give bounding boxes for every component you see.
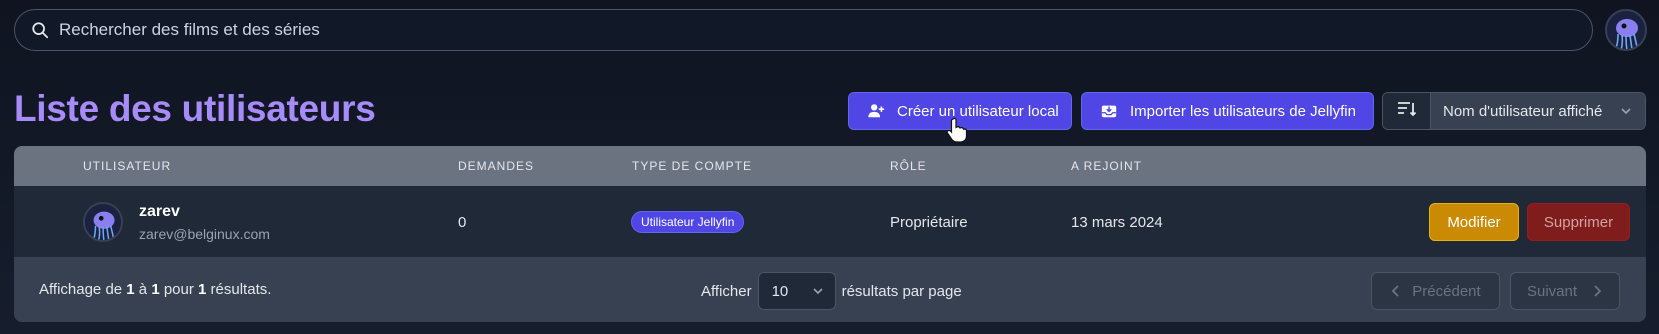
- users-table: UTILISATEUR DEMANDES TYPE DE COMPTE RÔLE…: [14, 146, 1646, 322]
- hand-cursor-icon: [946, 117, 968, 148]
- inbox-download-icon: [1100, 102, 1118, 120]
- results-to: 1: [151, 281, 160, 298]
- edit-user-button[interactable]: Modifier: [1429, 203, 1519, 241]
- per-page-select[interactable]: 10: [757, 272, 836, 310]
- chevron-down-icon: [1619, 104, 1633, 122]
- table-header: UTILISATEUR DEMANDES TYPE DE COMPTE RÔLE…: [14, 146, 1646, 186]
- results-from: 1: [126, 281, 135, 298]
- per-page-suffix: résultats par page: [841, 282, 962, 300]
- header-joined[interactable]: A REJOINT: [1071, 159, 1142, 173]
- search-bar[interactable]: [14, 9, 1593, 51]
- sort-control: Nom d'utilisateur affiché: [1382, 92, 1646, 130]
- sort-select[interactable]: Nom d'utilisateur affiché: [1431, 93, 1645, 129]
- results-prefix: Affichage de: [39, 281, 127, 298]
- user-name[interactable]: zarev: [139, 203, 180, 221]
- header-requests[interactable]: DEMANDES: [458, 159, 534, 173]
- results-mid2: pour: [159, 281, 199, 298]
- table-row: zarev zarev@belginux.com 0 Utilisateur J…: [14, 186, 1646, 258]
- results-summary: Affichage de 1 à 1 pour 1 résultats.: [39, 281, 271, 298]
- per-page-control: Afficher 10 résultats par page: [701, 272, 962, 310]
- show-label: Afficher: [701, 282, 752, 300]
- sort-select-value: Nom d'utilisateur affiché: [1443, 102, 1603, 120]
- chevron-down-icon: [811, 284, 825, 302]
- sort-direction-button[interactable]: [1383, 93, 1431, 129]
- sort-icon: [1397, 100, 1417, 123]
- delete-user-button[interactable]: Supprimer: [1527, 203, 1630, 241]
- page-title: Liste des utilisateurs: [14, 88, 376, 129]
- table-footer: Affichage de 1 à 1 pour 1 résultats. Aff…: [14, 258, 1646, 322]
- user-joined: 13 mars 2024: [1071, 214, 1163, 231]
- results-mid1: à: [134, 281, 152, 298]
- next-label: Suivant: [1526, 282, 1578, 300]
- user-plus-icon: [867, 102, 885, 120]
- account-type-badge: Utilisateur Jellyfin: [631, 211, 745, 233]
- header-account-type[interactable]: TYPE DE COMPTE: [632, 159, 752, 173]
- header-role[interactable]: RÔLE: [890, 159, 927, 173]
- user-email: zarev@belginux.com: [139, 226, 270, 242]
- results-suffix: résultats.: [206, 281, 272, 298]
- search-icon: [31, 20, 51, 40]
- previous-page-button[interactable]: Précédent: [1371, 272, 1500, 310]
- user-avatar-icon[interactable]: [1605, 9, 1647, 51]
- avatar: [83, 202, 123, 242]
- import-jellyfin-users-button[interactable]: Importer les utilisateurs de Jellyfin: [1081, 92, 1374, 130]
- chevron-left-icon: [1390, 284, 1402, 298]
- next-page-button[interactable]: Suivant: [1510, 272, 1620, 310]
- per-page-value: 10: [771, 282, 789, 300]
- chevron-right-icon: [1591, 284, 1603, 298]
- import-jellyfin-users-label: Importer les utilisateurs de Jellyfin: [1130, 102, 1356, 120]
- header-user[interactable]: UTILISATEUR: [83, 159, 171, 173]
- user-requests: 0: [458, 214, 467, 231]
- user-role: Propriétaire: [890, 214, 968, 231]
- create-local-user-label: Créer un utilisateur local: [897, 102, 1059, 120]
- previous-label: Précédent: [1412, 282, 1481, 300]
- search-input[interactable]: [59, 20, 1459, 40]
